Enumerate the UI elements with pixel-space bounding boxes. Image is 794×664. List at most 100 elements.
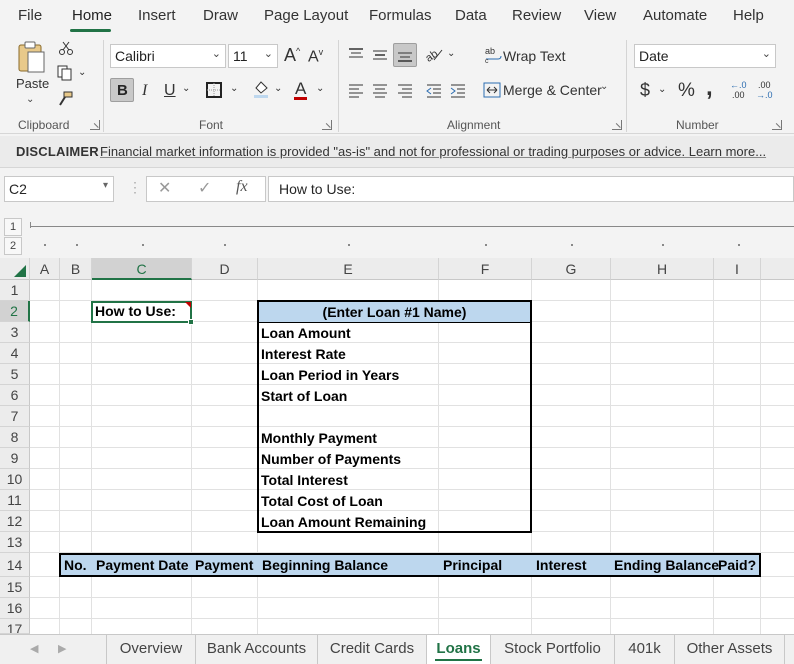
row-header-12[interactable]: 12 [0, 511, 30, 532]
header-payment[interactable]: Payment [195, 555, 253, 576]
row-header-2[interactable]: 2 [0, 301, 30, 322]
row-header-7[interactable]: 7 [0, 406, 30, 427]
chevron-down-icon[interactable]: ⌄ [78, 68, 86, 78]
more-options-icon[interactable]: ⋮ [128, 179, 142, 196]
row-header-6[interactable]: 6 [0, 385, 30, 406]
header-no[interactable]: No. [64, 555, 87, 576]
tab-overview[interactable]: Overview [107, 635, 196, 664]
borders-icon[interactable] [205, 81, 223, 99]
column-header-g[interactable]: G [532, 258, 611, 280]
number-format-select[interactable]: Date ⌄ [634, 44, 776, 68]
underline-button[interactable]: U [164, 83, 176, 99]
copy-icon[interactable] [56, 64, 74, 82]
clipboard-launcher-icon[interactable] [90, 120, 100, 130]
menu-review[interactable]: Review [512, 7, 561, 24]
chevron-down-icon[interactable]: ⌄ [447, 49, 455, 59]
formula-input[interactable]: How to Use: [268, 176, 794, 202]
align-middle-icon[interactable] [371, 47, 389, 63]
align-top-icon[interactable] [347, 47, 365, 63]
column-header-e[interactable]: E [258, 258, 439, 280]
font-color-icon[interactable]: A [294, 80, 308, 100]
increase-decimal-button[interactable]: ←.0 .00 [730, 80, 752, 102]
fill-handle[interactable] [188, 319, 194, 325]
row-header-8[interactable]: 8 [0, 427, 30, 448]
menu-view[interactable]: View [584, 7, 616, 24]
chevron-down-icon[interactable]: ⌄ [274, 84, 282, 94]
header-beginning-balance[interactable]: Beginning Balance [262, 555, 388, 576]
decrease-decimal-button[interactable]: .00 →.0 [756, 80, 778, 102]
row-header-3[interactable]: 3 [0, 322, 30, 343]
menu-page-layout[interactable]: Page Layout [264, 7, 348, 24]
tab-loans[interactable]: Loans [427, 635, 491, 664]
font-size-select[interactable]: 11 ⌄ [228, 44, 278, 68]
row-header-5[interactable]: 5 [0, 364, 30, 385]
alignment-launcher-icon[interactable] [612, 120, 622, 130]
scroll-right-icon[interactable]: ▶ [58, 642, 66, 655]
loan-title-cell[interactable]: (Enter Loan #1 Name) [259, 302, 530, 323]
menu-draw[interactable]: Draw [203, 7, 238, 24]
percent-button[interactable]: % [678, 81, 695, 100]
menu-formulas[interactable]: Formulas [369, 7, 432, 24]
tab-401k[interactable]: 401k [615, 635, 675, 664]
enter-icon[interactable]: ✓ [198, 178, 211, 198]
row-header-9[interactable]: 9 [0, 448, 30, 469]
disclaimer-link[interactable]: Financial market information is provided… [100, 144, 766, 159]
menu-insert[interactable]: Insert [138, 7, 176, 24]
row-header-1[interactable]: 1 [0, 280, 30, 301]
shrink-font-icon[interactable]: Av [308, 48, 323, 65]
row-header-10[interactable]: 10 [0, 469, 30, 490]
name-box[interactable]: C2 ▾ [4, 176, 114, 202]
chevron-down-icon[interactable]: ⌄ [658, 85, 666, 95]
row-header-15[interactable]: 15 [0, 577, 30, 598]
fill-color-icon[interactable] [252, 79, 270, 99]
header-principal[interactable]: Principal [443, 555, 502, 576]
align-left-icon[interactable] [347, 82, 365, 98]
align-right-icon[interactable] [396, 82, 414, 98]
font-launcher-icon[interactable] [322, 120, 332, 130]
cut-icon[interactable] [58, 40, 74, 56]
header-payment-date[interactable]: Payment Date [96, 555, 189, 576]
font-name-select[interactable]: Calibri ⌄ [110, 44, 226, 68]
chevron-down-icon[interactable]: ⌄ [182, 84, 190, 94]
merge-center-button[interactable]: Merge & Center ⌄ [482, 80, 617, 102]
menu-home[interactable]: Home [72, 7, 112, 24]
row-header-14[interactable]: 14 [0, 553, 30, 577]
tab-other-assets[interactable]: Other Assets [675, 635, 785, 664]
column-header-c[interactable]: C [92, 258, 192, 280]
row-header-11[interactable]: 11 [0, 490, 30, 511]
insert-function-icon[interactable]: fx [236, 178, 248, 196]
header-paid[interactable]: Paid? [718, 555, 756, 576]
chevron-down-icon[interactable]: ⌄ [316, 84, 324, 94]
column-header-b[interactable]: B [60, 258, 92, 280]
scroll-left-icon[interactable]: ◀ [30, 642, 38, 655]
worksheet-grid[interactable]: How to Use: (Enter Loan #1 Name) Loan Am… [30, 280, 794, 634]
comma-button[interactable]: , [706, 76, 713, 100]
tab-credit-cards[interactable]: Credit Cards [318, 635, 427, 664]
outline-level-2-button[interactable]: 2 [4, 237, 22, 255]
paste-button[interactable]: Paste ⌄ [10, 40, 52, 106]
tab-stock-portfolio[interactable]: Stock Portfolio [491, 635, 615, 664]
column-header-j[interactable] [761, 258, 794, 280]
orientation-icon[interactable]: ab [424, 45, 444, 63]
row-header-16[interactable]: 16 [0, 598, 30, 619]
grow-font-icon[interactable]: A^ [284, 46, 300, 64]
align-bottom-button[interactable] [393, 43, 417, 67]
chevron-down-icon[interactable]: ⌄ [230, 84, 238, 94]
row-header-4[interactable]: 4 [0, 343, 30, 364]
column-header-a[interactable]: A [30, 258, 60, 280]
column-header-f[interactable]: F [439, 258, 532, 280]
header-ending-balance[interactable]: Ending Balance [614, 555, 719, 576]
wrap-text-button[interactable]: ab c Wrap Text [484, 46, 594, 68]
currency-button[interactable]: $ [640, 81, 650, 99]
menu-help[interactable]: Help [733, 7, 764, 24]
tab-bank-accounts[interactable]: Bank Accounts [196, 635, 318, 664]
decrease-indent-icon[interactable] [425, 82, 443, 98]
outline-level-1-button[interactable]: 1 [4, 218, 22, 236]
header-interest[interactable]: Interest [536, 555, 587, 576]
cancel-icon[interactable]: ✕ [158, 178, 171, 198]
row-header-13[interactable]: 13 [0, 532, 30, 553]
italic-button[interactable]: I [142, 83, 147, 99]
menu-automate[interactable]: Automate [643, 7, 707, 24]
bold-button[interactable]: B [110, 78, 134, 102]
number-launcher-icon[interactable] [772, 120, 782, 130]
